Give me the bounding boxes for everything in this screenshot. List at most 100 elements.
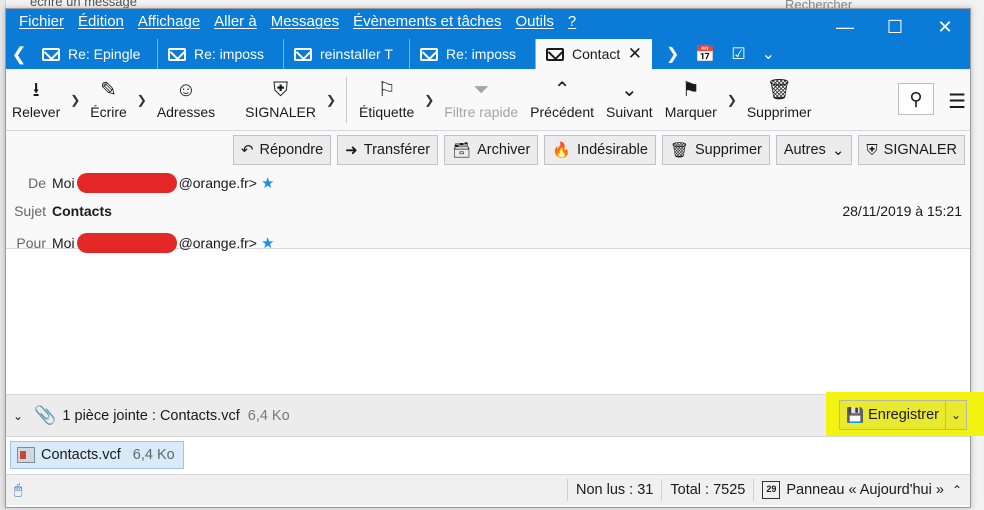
chevron-down-icon[interactable]: ⌄ bbox=[762, 44, 775, 64]
chevron-down-icon: ❯ bbox=[136, 92, 147, 107]
tab-message-active[interactable]: Contact ✕ bbox=[536, 39, 652, 69]
forward-label: Transférer bbox=[363, 142, 431, 158]
message-header: ↶ Répondre ➜ Transférer 🗃 Archiver 🔥 Ind… bbox=[6, 131, 970, 253]
quick-filter-label: Filtre rapide bbox=[444, 103, 519, 120]
calendar-day-icon: 29 bbox=[762, 481, 781, 499]
tag-label: Étiquette bbox=[358, 103, 415, 120]
tab-message[interactable]: Re: imposs bbox=[158, 39, 284, 69]
save-dropdown-icon[interactable]: ⌄ bbox=[946, 408, 966, 422]
junk-button[interactable]: 🔥 Indésirable bbox=[544, 135, 656, 165]
report-shield-icon: ⛨ bbox=[866, 141, 878, 159]
message-body[interactable] bbox=[6, 249, 970, 395]
get-messages-dropdown[interactable]: ❯ bbox=[66, 72, 84, 128]
star-icon[interactable]: ★ bbox=[261, 234, 274, 252]
quick-filter-button[interactable]: ⏷ Filtre rapide bbox=[438, 72, 524, 128]
menu-view[interactable]: Affichage bbox=[131, 12, 207, 32]
vcard-icon bbox=[17, 447, 35, 463]
download-icon: ⭳ bbox=[32, 78, 40, 101]
redaction-mark bbox=[76, 173, 177, 193]
report-button[interactable]: ⛨ SIGNALER bbox=[239, 72, 322, 128]
menu-messages[interactable]: Messages bbox=[264, 12, 346, 32]
maximize-icon: ☐ bbox=[886, 16, 904, 37]
network-status-icon[interactable]: 🖱 bbox=[14, 481, 22, 498]
tab-message[interactable]: Re: imposs bbox=[410, 39, 536, 69]
next-button[interactable]: ⌄ Suivant bbox=[600, 72, 659, 128]
minimize-icon: — bbox=[836, 16, 854, 37]
write-label: Écrire bbox=[90, 103, 127, 120]
report-action-button[interactable]: ⛨ SIGNALER bbox=[858, 135, 965, 165]
delete-toolbar-button[interactable]: 🗑 Supprimer bbox=[741, 72, 818, 128]
from-name[interactable]: Moi bbox=[52, 175, 75, 191]
chevron-down-icon: ❯ bbox=[424, 92, 435, 107]
address-book-button[interactable]: ☺ Adresses bbox=[151, 72, 221, 128]
report-dropdown[interactable]: ❯ bbox=[322, 72, 340, 128]
tab-message[interactable]: Re: Epingle bbox=[32, 39, 158, 69]
tasks-icon[interactable]: ☑ bbox=[731, 44, 745, 64]
previous-label: Précédent bbox=[530, 103, 594, 120]
junk-label: Indésirable bbox=[577, 142, 648, 158]
filter-icon: ⏷ bbox=[473, 78, 490, 101]
get-messages-button[interactable]: ⭳ Relever bbox=[6, 72, 66, 128]
save-attachments-button[interactable]: 💾 Enregistrer ⌄ bbox=[839, 400, 967, 430]
today-pane-toggle[interactable]: 29 Panneau « Aujourd'hui » ⌃ bbox=[753, 479, 970, 501]
envelope-icon bbox=[294, 47, 312, 61]
address-book-label: Adresses bbox=[156, 103, 216, 120]
trash-icon: 🗑 bbox=[766, 78, 792, 101]
archive-button[interactable]: 🗃 Archiver bbox=[444, 135, 539, 165]
message-window: Fichier Édition Affichage Aller à Messag… bbox=[5, 8, 984, 508]
delete-button[interactable]: 🗑 Supprimer bbox=[661, 135, 770, 165]
to-domain[interactable]: @orange.fr> bbox=[179, 235, 257, 251]
archive-icon: 🗃 bbox=[452, 142, 472, 159]
tab-label: Re: imposs bbox=[194, 46, 265, 62]
mark-button[interactable]: ⚑ Marquer bbox=[659, 72, 723, 128]
mark-dropdown[interactable]: ❯ bbox=[723, 72, 741, 128]
search-button[interactable]: ⚲ bbox=[898, 83, 934, 115]
app-menu-button[interactable]: ☰ bbox=[948, 89, 966, 114]
bookmark-icon: ⚑ bbox=[681, 78, 700, 101]
toolbar-separator bbox=[345, 76, 347, 123]
tag-button[interactable]: ⚐ Étiquette bbox=[353, 72, 420, 128]
forward-button[interactable]: ➜ Transférer bbox=[337, 135, 439, 165]
to-label: Pour bbox=[16, 235, 46, 251]
unread-count: Non lus : 31 bbox=[566, 479, 661, 501]
menu-file[interactable]: Fichier bbox=[12, 12, 71, 32]
tab-label: reinstaller T bbox=[320, 46, 393, 62]
menu-tools[interactable]: Outils bbox=[509, 12, 561, 32]
previous-button[interactable]: ⌃ Précédent bbox=[524, 72, 600, 128]
redaction-mark bbox=[76, 233, 177, 253]
close-icon: ✕ bbox=[937, 16, 953, 37]
tabs-scroll-left-button[interactable]: ❮ bbox=[6, 39, 32, 69]
attachment-item[interactable]: Contacts.vcf 6,4 Ko bbox=[10, 441, 184, 469]
to-row: Pour Moi @orange.fr> ★ bbox=[6, 233, 274, 253]
attachment-toggle-icon[interactable]: ⌄ bbox=[6, 409, 30, 423]
menu-go[interactable]: Aller à bbox=[207, 12, 264, 32]
write-button[interactable]: ✎ Écrire bbox=[84, 72, 133, 128]
calendar-icon[interactable]: 📅 bbox=[695, 44, 715, 64]
tab-bar: ❮ Re: Epingle Re: imposs reinstaller T R… bbox=[6, 39, 970, 69]
tag-dropdown[interactable]: ❯ bbox=[420, 72, 438, 128]
write-dropdown[interactable]: ❯ bbox=[133, 72, 151, 128]
tab-message[interactable]: reinstaller T bbox=[284, 39, 410, 69]
attachment-file-name: Contacts.vcf bbox=[41, 447, 121, 463]
main-toolbar: ⭳ Relever ❯ ✎ Écrire ❯ ☺ Adresses ⛨ SIGN… bbox=[6, 69, 970, 131]
total-count: Total : 7525 bbox=[661, 479, 753, 501]
menu-edit[interactable]: Édition bbox=[71, 12, 131, 32]
reply-button[interactable]: ↶ Répondre bbox=[232, 135, 332, 165]
today-pane-label: Panneau « Aujourd'hui » bbox=[786, 482, 944, 498]
delete-action-label: Supprimer bbox=[695, 142, 762, 158]
to-name[interactable]: Moi bbox=[52, 235, 75, 251]
subject-row: Sujet Contacts bbox=[6, 203, 112, 219]
chevron-right-icon[interactable]: ❯ bbox=[666, 44, 679, 64]
close-tab-icon[interactable]: ✕ bbox=[628, 44, 642, 64]
report-action-label: SIGNALER bbox=[883, 142, 957, 158]
menu-events-tasks[interactable]: Évènements et tâches bbox=[346, 12, 508, 32]
save-main-button[interactable]: 💾 Enregistrer bbox=[840, 401, 946, 429]
pencil-icon: ✎ bbox=[100, 78, 117, 101]
menu-help[interactable]: ? bbox=[561, 12, 583, 32]
from-domain[interactable]: @orange.fr> bbox=[179, 175, 257, 191]
attachment-file-size: 6,4 Ko bbox=[132, 447, 175, 463]
other-actions-button[interactable]: Autres ⌄ bbox=[775, 135, 853, 165]
from-row: De Moi @orange.fr> ★ bbox=[6, 173, 274, 193]
star-icon[interactable]: ★ bbox=[261, 174, 274, 192]
chevron-up-icon: ⌃ bbox=[951, 483, 962, 497]
